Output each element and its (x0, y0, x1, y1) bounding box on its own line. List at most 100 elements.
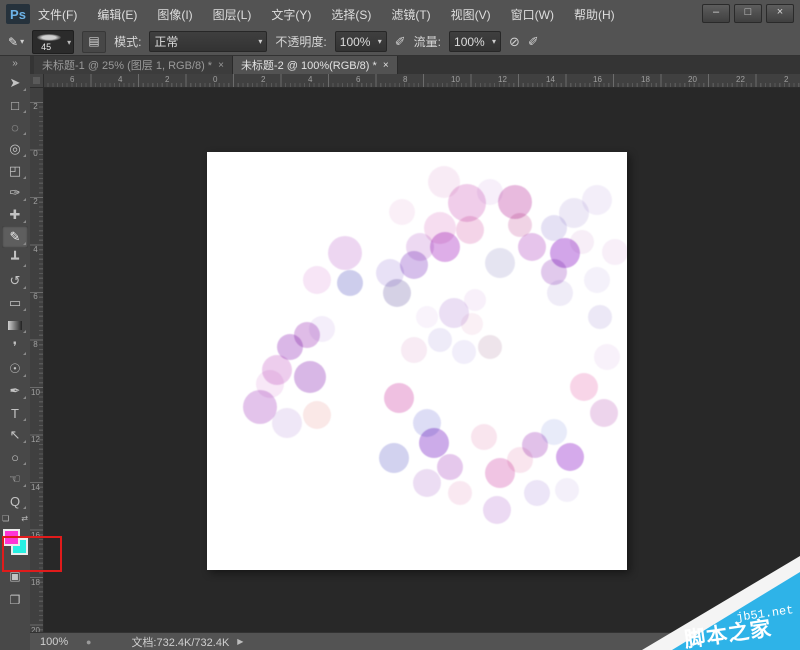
status-icon: ● (86, 637, 91, 647)
menu-item[interactable]: 窗口(W) (511, 6, 554, 23)
document-tab-bar: 未标题-1 @ 25% (图层 1, RGB/8) *×未标题-2 @ 100%… (30, 56, 800, 74)
brush-icon: ✎ (8, 35, 18, 49)
menu-item[interactable]: 文字(Y) (271, 6, 311, 23)
ellipse-tool[interactable]: ○ (2, 446, 28, 468)
brush-stroke-circle (547, 280, 573, 306)
gradient-chip (8, 321, 22, 330)
ruler-tick-label: 4 (118, 75, 122, 84)
ruler-tick-label: 14 (546, 75, 555, 84)
ruler-tick-label: 0 (31, 150, 40, 158)
menu-item[interactable]: 选择(S) (331, 6, 371, 23)
brush-stroke-circle (485, 248, 515, 278)
tab-close-icon[interactable]: × (383, 60, 389, 71)
maximize-button[interactable]: □ (734, 4, 762, 23)
brush-stroke-circle (590, 399, 618, 427)
gradient-tool[interactable] (2, 314, 28, 336)
eraser-tool[interactable]: ▭ (2, 292, 28, 314)
menu-item[interactable]: 帮助(H) (574, 6, 615, 23)
brush-stroke-circle (272, 408, 302, 438)
brush-tool[interactable]: ✎ (2, 226, 28, 248)
document-canvas[interactable] (207, 152, 627, 570)
opacity-dropdown[interactable]: 100% ▾ (335, 31, 387, 52)
chevron-down-icon: ▾ (492, 37, 496, 46)
pen-tool[interactable]: ✒ (2, 380, 28, 402)
move-tool[interactable]: ➤ (2, 72, 28, 94)
blend-mode-dropdown[interactable]: 正常 ▾ (149, 31, 267, 52)
brush-stroke-circle (416, 306, 438, 328)
brush-stroke-circle (400, 251, 428, 279)
ruler-tick-label: 2 (31, 198, 40, 206)
minimize-button[interactable]: – (702, 4, 730, 23)
brush-stroke-circle (518, 233, 546, 261)
tool-list: ➤□◌◎◰✑✚✎┻↺▭ ❜☉✒T↖○☜Q (2, 72, 28, 512)
marquee-tool[interactable]: □ (2, 94, 28, 116)
tab-label: 未标题-2 @ 100%(RGB/8) * (241, 57, 377, 73)
chevron-down-icon: ▾ (67, 38, 71, 47)
crop-tool[interactable]: ◰ (2, 160, 28, 182)
pressure-opacity-icon[interactable]: ✐ (395, 34, 406, 50)
status-options-arrow[interactable]: ▶ (237, 637, 243, 646)
document-tab[interactable]: 未标题-1 @ 25% (图层 1, RGB/8) *× (34, 56, 233, 74)
brush-stroke-circle (413, 469, 441, 497)
pressure-size-icon[interactable]: ✐ (528, 34, 539, 50)
menu-item[interactable]: 滤镜(T) (391, 6, 430, 23)
path-selection-tool[interactable]: ↖ (2, 424, 28, 446)
flow-dropdown[interactable]: 100% ▾ (449, 31, 501, 52)
brush-stroke-circle (602, 239, 627, 265)
menu-item[interactable]: 视图(V) (451, 6, 491, 23)
brush-stroke-circle (294, 361, 326, 393)
annotation-highlight-box (2, 536, 62, 572)
ruler-origin-corner (30, 74, 44, 88)
brush-stroke-circle (584, 267, 610, 293)
zoom-tool[interactable]: Q (2, 490, 28, 512)
brush-stroke-circle (588, 305, 612, 329)
clone-stamp-tool[interactable]: ┻ (2, 248, 28, 270)
airbrush-icon[interactable]: ⊘ (509, 34, 520, 50)
healing-brush-tool[interactable]: ✚ (2, 204, 28, 226)
screen-mode-button[interactable]: ❐ (2, 590, 28, 610)
blur-tool[interactable]: ❜ (2, 336, 28, 358)
brush-stroke-circle (456, 216, 484, 244)
swap-colors-icon[interactable]: ⇄ (21, 514, 28, 526)
brush-stroke-circle (464, 289, 486, 311)
chevron-down-icon: ▾ (378, 37, 382, 46)
photoshop-window: Ps 文件(F)编辑(E)图像(I)图层(L)文字(Y)选择(S)滤镜(T)视图… (0, 0, 800, 650)
menu-item[interactable]: 编辑(E) (97, 6, 137, 23)
ruler-tick-label: 8 (403, 75, 407, 84)
default-colors-icon[interactable]: ❏ (2, 514, 9, 526)
close-button[interactable]: × (766, 4, 794, 23)
ruler-tick-label: 8 (31, 341, 40, 349)
brush-preset-picker[interactable]: ✎ ▾ (8, 35, 24, 49)
history-brush-tool[interactable]: ↺ (2, 270, 28, 292)
brush-stroke-thumbnail (37, 34, 61, 41)
eyedropper-tool[interactable]: ✑ (2, 182, 28, 204)
ruler-tick-label: 14 (31, 484, 40, 492)
hand-tool[interactable]: ☜ (2, 468, 28, 490)
quick-selection-tool[interactable]: ◎ (2, 138, 28, 160)
document-tab[interactable]: 未标题-2 @ 100%(RGB/8) * × (233, 56, 398, 74)
brush-stroke-circle (337, 270, 363, 296)
menu-item[interactable]: 文件(F) (38, 6, 77, 23)
zoom-level-field[interactable]: 100% (40, 636, 86, 648)
chevron-down-icon: ▾ (258, 37, 262, 46)
brush-stroke-circle (594, 344, 620, 370)
dodge-tool[interactable]: ☉ (2, 358, 28, 380)
brush-stroke-circle (555, 478, 579, 502)
tab-close-icon[interactable]: × (218, 60, 224, 71)
toggle-brush-panel-button[interactable]: ▤ (82, 31, 106, 53)
ruler-tick-label: 22 (736, 75, 745, 84)
opacity-label: 不透明度: (275, 33, 326, 50)
brush-size-well[interactable]: 45 ▾ (32, 30, 74, 54)
menu-item[interactable]: 图层(L) (213, 6, 252, 23)
menu-item[interactable]: 图像(I) (157, 6, 192, 23)
ruler-tick-label: 10 (31, 389, 40, 397)
brush-stroke-circle (483, 496, 511, 524)
ruler-tick-label: 16 (593, 75, 602, 84)
lasso-tool[interactable]: ◌ (2, 116, 28, 138)
brush-size-value: 45 (41, 42, 51, 52)
brush-stroke-circle (379, 443, 409, 473)
brush-stroke-circle (556, 443, 584, 471)
collapse-panel-icon[interactable]: » (12, 56, 18, 72)
type-tool[interactable]: T (2, 402, 28, 424)
ruler-tick-label: 4 (31, 246, 40, 254)
